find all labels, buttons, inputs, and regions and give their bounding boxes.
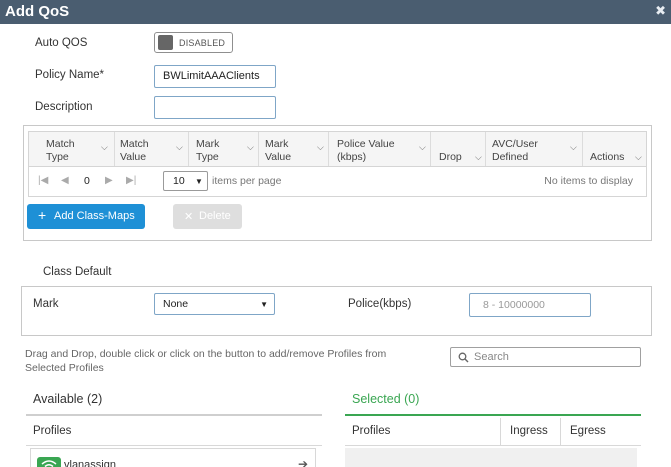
column-actions[interactable]: Actions ⌵ [582, 132, 648, 166]
column-mark-type[interactable]: Mark Type ⌵ [188, 132, 258, 166]
auto-qos-label: Auto QOS [35, 37, 88, 49]
available-list: vlanassign ➔ [30, 448, 316, 467]
mark-label: Mark [33, 298, 59, 310]
dialog-title: Add QoS [5, 3, 70, 20]
chevron-down-icon: ⌵ [419, 142, 426, 152]
page-number: 0 [84, 175, 90, 187]
caret-down-icon: ▼ [195, 177, 203, 186]
chevron-down-icon: ⌵ [570, 142, 577, 152]
column-avc-user-defined[interactable]: AVC/User Defined ⌵ [485, 132, 582, 166]
class-default-section: Mark None ▼ Police(kbps) 8 - 10000000 [21, 286, 652, 336]
police-input[interactable]: 8 - 10000000 [469, 293, 591, 317]
class-maps-grid-header: Match Type ⌵ Match Value ⌵ Mark Type ⌵ Mark… [28, 131, 647, 167]
wifi-icon [37, 457, 61, 467]
ingress-header: Ingress [510, 425, 548, 437]
policy-name-label: Policy Name* [35, 69, 105, 81]
toggle-knob [158, 35, 173, 50]
column-police-value[interactable]: Police Value (kbps) ⌵ [328, 132, 430, 166]
auto-qos-toggle[interactable]: DISABLED [154, 32, 233, 53]
next-page-icon[interactable]: ▶ [105, 175, 113, 186]
available-divider [26, 414, 322, 416]
column-mark-value[interactable]: Mark Value ⌵ [258, 132, 328, 166]
class-default-title: Class Default [43, 266, 112, 278]
profiles-hint-line2: Selected Profiles [25, 362, 104, 374]
chevron-down-icon: ⌵ [317, 142, 324, 152]
column-label: Police Value (kbps) [337, 138, 395, 163]
profiles-hint-line1: Drag and Drop, double click or click on … [25, 348, 387, 360]
column-match-type[interactable]: Match Type ⌵ [29, 132, 108, 166]
selected-profiles-header: Profiles [352, 425, 391, 437]
chevron-down-icon: ⌵ [247, 142, 254, 152]
profile-name: vlanassign [64, 459, 116, 467]
items-per-page-label: items per page [212, 175, 282, 187]
search-placeholder: Search [474, 351, 509, 363]
mark-select-value: None [163, 298, 189, 310]
chevron-down-icon: ⌵ [101, 142, 108, 152]
delete-label: Delete [199, 210, 231, 222]
egress-column: Egress [560, 418, 641, 446]
selected-divider [345, 414, 641, 416]
column-label: Mark Value [265, 138, 292, 163]
mark-select[interactable]: None ▼ [154, 293, 275, 315]
empty-table-text: No items to display [544, 175, 633, 187]
available-title: Available (2) [33, 392, 103, 406]
pagination-bar: |◀ ◀ 0 ▶ ▶| 10 ▼ items per page No items… [28, 167, 647, 197]
selected-table-header: Profiles Ingress Egress [345, 418, 641, 446]
column-label: Match Type [46, 138, 75, 163]
column-label: Drop [439, 151, 462, 163]
close-icon[interactable]: ✖ [655, 3, 666, 19]
search-icon [458, 352, 469, 363]
page-size-value: 10 [173, 175, 185, 187]
ingress-column: Ingress [500, 418, 560, 446]
chevron-down-icon: ⌵ [176, 142, 183, 152]
available-table-header: Profiles [26, 418, 322, 446]
selected-list [345, 448, 637, 467]
delete-button: ✕ Delete [173, 204, 242, 229]
class-maps-section: Match Type ⌵ Match Value ⌵ Mark Type ⌵ Mark… [23, 125, 652, 241]
column-drop[interactable]: Drop ⌵ [430, 132, 485, 166]
column-label: Actions [590, 151, 625, 163]
page-size-select[interactable]: 10 ▼ [163, 171, 208, 191]
last-page-icon[interactable]: ▶| [126, 175, 136, 186]
prev-page-icon[interactable]: ◀ [61, 175, 69, 186]
profiles-search-input[interactable]: Search [450, 347, 641, 367]
police-label: Police(kbps) [348, 298, 412, 310]
column-label: Match Value [120, 138, 149, 163]
plus-icon: + [38, 207, 47, 223]
available-profiles-header: Profiles [33, 425, 72, 437]
chevron-down-icon: ⌵ [635, 152, 642, 162]
add-class-maps-button[interactable]: + Add Class-Maps [27, 204, 145, 229]
column-label: Mark Type [196, 138, 220, 163]
egress-header: Egress [570, 425, 606, 437]
first-page-icon[interactable]: |◀ [38, 175, 48, 186]
description-input[interactable] [154, 96, 276, 119]
column-match-value[interactable]: Match Value ⌵ [114, 132, 188, 166]
chevron-down-icon: ⌵ [475, 152, 482, 162]
police-placeholder: 8 - 10000000 [483, 299, 545, 311]
add-class-maps-label: Add Class-Maps [54, 210, 135, 222]
x-icon: ✕ [184, 211, 194, 223]
auto-qos-state: DISABLED [179, 38, 226, 48]
caret-down-icon: ▼ [260, 300, 268, 309]
dialog-titlebar: Add QoS ✖ [0, 0, 671, 24]
policy-name-input[interactable]: BWLimitAAAClients [154, 65, 276, 88]
list-item[interactable]: vlanassign ➔ [31, 449, 315, 467]
selected-title: Selected (0) [352, 392, 420, 406]
description-label: Description [35, 101, 93, 113]
column-label: AVC/User Defined [492, 138, 538, 163]
arrow-right-icon[interactable]: ➔ [298, 457, 308, 467]
